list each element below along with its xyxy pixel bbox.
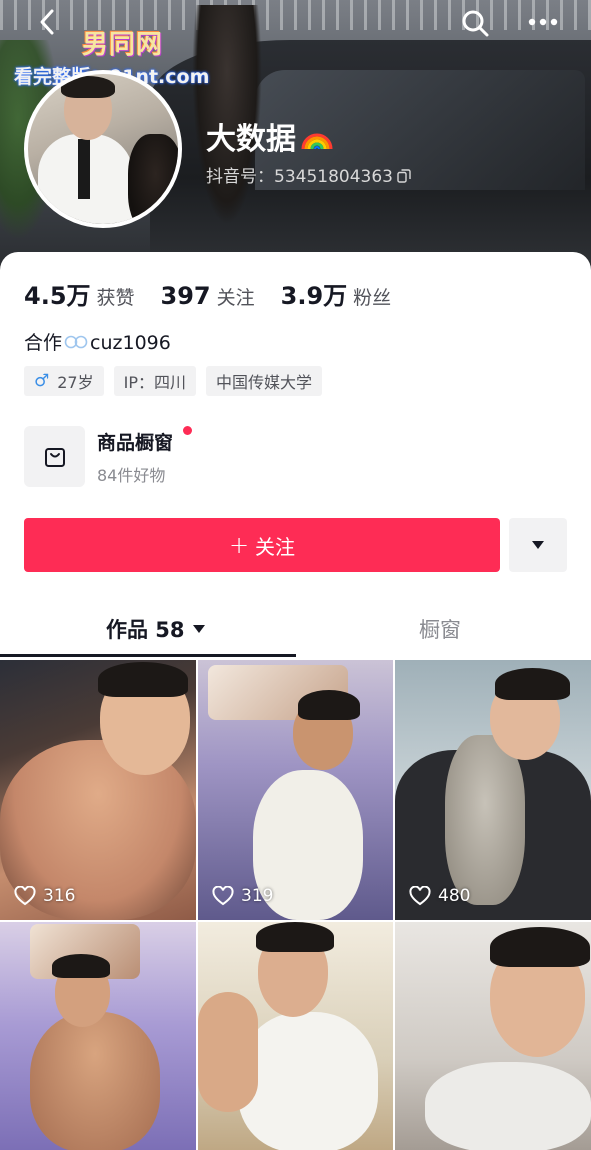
link-icon bbox=[64, 335, 88, 349]
recommend-dropdown-button[interactable] bbox=[509, 518, 567, 572]
chevron-left-icon bbox=[40, 9, 54, 35]
video-thumbnail[interactable] bbox=[198, 922, 393, 1150]
profile-card: 4.5万 获赞 397 关注 3.9万 粉丝 合作 cuz1096 ♂ 27岁 … bbox=[0, 252, 591, 672]
douyin-id: 抖音号：53451804363 bbox=[206, 162, 411, 187]
shop-icon-box bbox=[24, 426, 85, 487]
bio-contact: cuz1096 bbox=[90, 332, 171, 354]
stat-value: 4.5万 bbox=[24, 282, 91, 310]
tab-indicator bbox=[0, 654, 296, 657]
caret-down-icon bbox=[532, 541, 544, 549]
like-count: 316 bbox=[14, 886, 75, 906]
tag-school[interactable]: 中国传媒大学 bbox=[206, 366, 323, 396]
tag-ip-text: IP：四川 bbox=[123, 373, 186, 392]
follow-button[interactable]: + 关注 bbox=[24, 518, 500, 572]
more-dots-icon bbox=[528, 18, 558, 26]
video-grid: 316 319 480 bbox=[0, 660, 591, 1150]
bio: 合作 cuz1096 bbox=[24, 328, 171, 355]
nickname-text: 大数据 bbox=[206, 122, 296, 157]
stat-label: 粉丝 bbox=[353, 287, 392, 309]
video-thumbnail[interactable]: 319 bbox=[198, 660, 393, 920]
tab-works[interactable]: 作品 58 bbox=[106, 602, 205, 656]
profile-tabs: 作品 58 橱窗 bbox=[0, 602, 591, 658]
tag-gender-age: ♂ 27岁 bbox=[24, 366, 104, 396]
tab-showcase-label: 橱窗 bbox=[419, 618, 461, 642]
avatar[interactable] bbox=[24, 70, 182, 228]
watermark-logo: 男同网 bbox=[82, 30, 164, 60]
rainbow-icon bbox=[301, 133, 333, 150]
stat-label: 获赞 bbox=[96, 287, 135, 309]
tab-showcase[interactable]: 橱窗 bbox=[419, 602, 461, 656]
heart-icon bbox=[212, 886, 234, 906]
stat-label: 关注 bbox=[216, 287, 255, 309]
male-icon: ♂ bbox=[34, 371, 50, 391]
stat-value: 3.9万 bbox=[280, 282, 348, 310]
copy-icon[interactable] bbox=[397, 169, 411, 183]
tag-school-text: 中国传媒大学 bbox=[216, 373, 313, 392]
douyin-id-text: 抖音号：53451804363 bbox=[206, 167, 393, 187]
like-count-value: 319 bbox=[241, 886, 274, 906]
profile-stats: 4.5万 获赞 397 关注 3.9万 粉丝 bbox=[24, 276, 417, 310]
stat-likes[interactable]: 4.5万 获赞 bbox=[24, 276, 135, 311]
video-thumbnail[interactable]: 316 bbox=[0, 660, 196, 920]
shop-subtitle: 84件好物 bbox=[97, 466, 166, 485]
shopping-bag-icon bbox=[44, 447, 65, 467]
back-button[interactable] bbox=[34, 6, 62, 38]
notification-dot bbox=[183, 426, 192, 435]
video-thumbnail[interactable] bbox=[0, 922, 196, 1150]
like-count: 480 bbox=[409, 886, 470, 906]
video-thumbnail[interactable]: 480 bbox=[395, 660, 591, 920]
caret-down-icon bbox=[192, 625, 205, 633]
like-count: 319 bbox=[212, 886, 273, 906]
profile-nickname: 大数据 bbox=[206, 114, 334, 158]
profile-tags: ♂ 27岁 IP：四川 中国传媒大学 bbox=[24, 366, 332, 396]
search-button[interactable] bbox=[460, 8, 490, 38]
tab-works-label: 作品 58 bbox=[106, 618, 185, 642]
follow-label: 关注 bbox=[255, 534, 296, 559]
search-icon bbox=[462, 10, 489, 37]
tag-ip: IP：四川 bbox=[113, 366, 196, 396]
like-count-value: 480 bbox=[438, 886, 471, 906]
bio-prefix: 合作 bbox=[24, 332, 63, 354]
heart-icon bbox=[14, 886, 36, 906]
shop-title: 商品橱窗 bbox=[97, 432, 174, 454]
video-thumbnail[interactable] bbox=[395, 922, 591, 1150]
like-count-value: 316 bbox=[43, 886, 76, 906]
shop-entry[interactable]: 商品橱窗 84件好物 bbox=[24, 426, 324, 488]
more-button[interactable] bbox=[526, 10, 560, 34]
stat-value: 397 bbox=[160, 282, 211, 310]
heart-icon bbox=[409, 886, 431, 906]
stat-following[interactable]: 397 关注 bbox=[161, 282, 255, 310]
tag-age: 27岁 bbox=[57, 373, 94, 392]
plus-icon: + bbox=[228, 531, 250, 559]
stat-followers[interactable]: 3.9万 粉丝 bbox=[281, 276, 392, 311]
